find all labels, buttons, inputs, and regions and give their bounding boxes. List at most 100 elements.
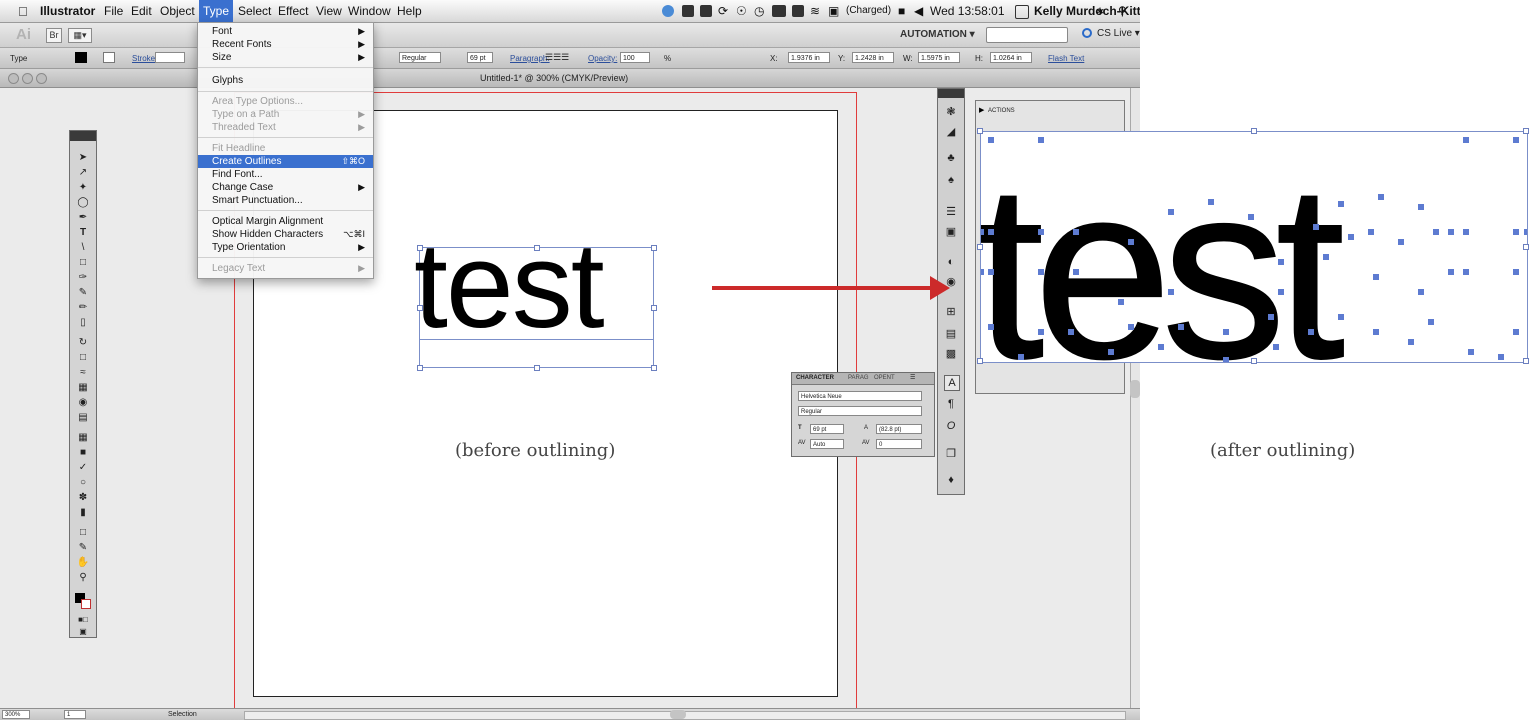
menu-item-threaded-text[interactable]: Threaded Text ▶ bbox=[198, 121, 373, 134]
opacity-label[interactable]: Opacity: bbox=[588, 54, 617, 63]
selection-handle[interactable] bbox=[651, 365, 657, 371]
pencil-tool-icon[interactable]: ✎ bbox=[76, 286, 90, 300]
font-size-field[interactable]: 69 pt bbox=[810, 424, 844, 434]
menu-item-area-type-options[interactable]: Area Type Options... bbox=[198, 95, 373, 108]
volume-icon[interactable]: ◀ bbox=[914, 4, 923, 18]
column-graph-tool-icon[interactable]: ▮ bbox=[76, 506, 90, 520]
input-menu-icon[interactable] bbox=[1015, 5, 1029, 19]
artboards-panel-icon[interactable]: ❐ bbox=[944, 447, 958, 461]
h-field[interactable]: 1.0264 in bbox=[990, 52, 1032, 63]
stroke-color-icon[interactable] bbox=[81, 599, 91, 609]
rotate-tool-icon[interactable]: ↻ bbox=[76, 336, 90, 350]
y-field[interactable]: 1.2428 in bbox=[852, 52, 894, 63]
panel-menu-icon[interactable]: ☰ bbox=[910, 374, 915, 381]
gradient-tool-icon[interactable]: ■ bbox=[76, 446, 90, 460]
menu-type[interactable]: Type bbox=[199, 0, 234, 22]
selection-handle[interactable] bbox=[651, 305, 657, 311]
mesh-tool-icon[interactable]: ▦ bbox=[76, 431, 90, 445]
cs-live-button[interactable]: CS Live ▾ bbox=[1097, 28, 1140, 39]
selection-tool-icon[interactable]: ➤ bbox=[76, 151, 90, 165]
pathfinder-panel-icon[interactable]: ▩ bbox=[944, 347, 958, 361]
bridge-button[interactable]: Br bbox=[46, 28, 62, 43]
opacity-field[interactable]: 100 bbox=[620, 52, 650, 63]
free-transform-tool-icon[interactable]: ▦ bbox=[76, 381, 90, 395]
vertical-scroll-thumb[interactable] bbox=[1130, 380, 1140, 398]
search-input[interactable] bbox=[986, 27, 1068, 43]
warp-tool-icon[interactable]: ≈ bbox=[76, 366, 90, 380]
lock-icon[interactable]: ■ bbox=[898, 4, 905, 18]
menu-item-font[interactable]: Font ▶ bbox=[198, 25, 373, 38]
stroke-weight-field[interactable] bbox=[155, 52, 185, 63]
rectangle-tool-icon[interactable]: □ bbox=[76, 256, 90, 270]
menu-item-find-font[interactable]: Find Font... bbox=[198, 168, 373, 181]
menu-view[interactable]: View bbox=[316, 4, 342, 18]
tab-character[interactable]: CHARACTER bbox=[796, 375, 834, 381]
tab-opentype[interactable]: OPENT bbox=[874, 375, 895, 381]
menu-item-size[interactable]: Size ▶ bbox=[198, 51, 373, 64]
brushes-panel-icon[interactable]: ❃ bbox=[944, 105, 958, 119]
horizontal-scroll-thumb[interactable] bbox=[670, 710, 686, 719]
symbol-sprayer-tool-icon[interactable]: ✽ bbox=[76, 491, 90, 505]
type-tool-icon[interactable]: T bbox=[76, 226, 90, 240]
fill-swatch[interactable] bbox=[75, 52, 87, 63]
time-machine-icon[interactable]: ◷ bbox=[754, 4, 764, 18]
menu-item-glyphs[interactable]: Glyphs bbox=[198, 74, 373, 87]
cs-tray-icon[interactable] bbox=[662, 5, 674, 17]
selection-handle[interactable] bbox=[534, 245, 540, 251]
close-window-button[interactable] bbox=[8, 73, 19, 84]
battery-icon[interactable]: ▣ bbox=[828, 4, 839, 18]
menu-item-show-hidden-characters[interactable]: Show Hidden Characters ⌥⌘I bbox=[198, 228, 373, 241]
layers-panel-icon[interactable]: ♦ bbox=[944, 473, 958, 487]
eraser-tool-icon[interactable]: ▯ bbox=[76, 316, 90, 330]
graphic-styles-panel-icon[interactable]: ◢ bbox=[944, 125, 958, 139]
paragraph-label[interactable]: Paragraph: bbox=[510, 54, 550, 63]
x-field[interactable]: 1.9376 in bbox=[788, 52, 830, 63]
display-icon[interactable] bbox=[792, 5, 804, 17]
menu-window[interactable]: Window bbox=[348, 4, 391, 18]
sync-icon[interactable]: ⟳ bbox=[718, 4, 728, 18]
artboard-number-field[interactable]: 1 bbox=[64, 710, 86, 719]
menu-help[interactable]: Help bbox=[397, 4, 422, 18]
menu-effect[interactable]: Effect bbox=[278, 4, 308, 18]
grid-icon[interactable] bbox=[700, 5, 712, 17]
spotlight-icon[interactable]: ⚲ bbox=[1118, 4, 1127, 18]
current-tool-status[interactable]: Selection bbox=[168, 711, 197, 718]
character-panel-icon[interactable]: A bbox=[944, 375, 960, 391]
accessibility-icon[interactable]: ☉ bbox=[736, 4, 747, 18]
stroke-panel-icon[interactable]: ☰ bbox=[944, 205, 958, 219]
tools-panel-header[interactable] bbox=[70, 131, 96, 141]
workspace-switcher[interactable]: AUTOMATION ▾ bbox=[900, 29, 975, 40]
direct-selection-tool-icon[interactable]: ↗ bbox=[76, 166, 90, 180]
menu-item-type-on-a-path[interactable]: Type on a Path ▶ bbox=[198, 108, 373, 121]
font-style-field[interactable]: Regular bbox=[798, 406, 922, 416]
tab-paragraph[interactable]: PARAG bbox=[848, 375, 869, 381]
font-family-field[interactable]: Helvetica Neue bbox=[798, 391, 922, 401]
app-menu[interactable]: Illustrator bbox=[40, 4, 95, 18]
flash-text-link[interactable]: Flash Text bbox=[1048, 54, 1084, 63]
artboard-tool-icon[interactable]: □ bbox=[76, 526, 90, 540]
selection-handle[interactable] bbox=[651, 245, 657, 251]
menu-item-type-orientation[interactable]: Type Orientation ▶ bbox=[198, 241, 373, 254]
selection-handle[interactable] bbox=[417, 305, 423, 311]
transform-panel-icon[interactable]: ⊞ bbox=[944, 305, 958, 319]
slice-tool-icon[interactable]: ✎ bbox=[76, 541, 90, 555]
arrange-documents-button[interactable]: ▦▾ bbox=[68, 28, 92, 43]
transparency-panel-icon[interactable]: ◐ bbox=[944, 255, 958, 269]
selection-handle[interactable] bbox=[534, 365, 540, 371]
menu-object[interactable]: Object bbox=[160, 4, 195, 18]
menu-item-legacy-text[interactable]: Legacy Text ▶ bbox=[198, 262, 373, 275]
align-panel-icon[interactable]: ▤ bbox=[944, 327, 958, 341]
live-text-object[interactable]: test bbox=[414, 224, 605, 346]
kerning-field[interactable]: Auto bbox=[810, 439, 844, 449]
menu-item-smart-punctuation[interactable]: Smart Punctuation... bbox=[198, 194, 373, 207]
w-field[interactable]: 1.5975 in bbox=[918, 52, 960, 63]
magic-wand-tool-icon[interactable]: ✦ bbox=[76, 181, 90, 195]
tracking-field[interactable]: 0 bbox=[876, 439, 922, 449]
font-style-field[interactable]: Regular bbox=[399, 52, 441, 63]
bluetooth-icon[interactable]: ∗ bbox=[1095, 4, 1105, 18]
play-action-icon[interactable]: ▶ bbox=[979, 106, 984, 114]
menu-edit[interactable]: Edit bbox=[131, 4, 152, 18]
menu-item-optical-margin-alignment[interactable]: Optical Margin Alignment bbox=[198, 215, 373, 228]
dock-header[interactable] bbox=[938, 89, 964, 98]
blob-brush-tool-icon[interactable]: ✏ bbox=[76, 301, 90, 315]
